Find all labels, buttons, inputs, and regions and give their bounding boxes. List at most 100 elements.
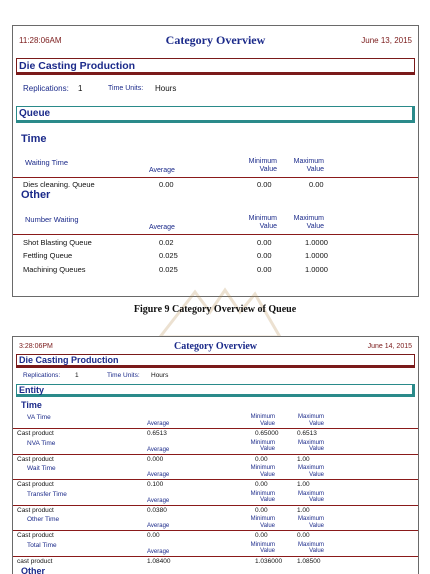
- col-minimum: Minimum Value: [245, 491, 275, 505]
- row-maximum: 1.00: [297, 455, 310, 463]
- row-maximum: 1.0000: [305, 251, 328, 260]
- col-maximum: Maximum Value: [289, 491, 324, 505]
- row-maximum: 1.08500: [297, 557, 321, 565]
- column-header-block: Total Time Average Minimum Value Maximum Valu…: [13, 542, 418, 556]
- report-date: June 14, 2015: [367, 343, 412, 350]
- block-header: VA Time: [27, 414, 51, 421]
- col-average: Average: [147, 497, 170, 504]
- col-maximum-line1: Maximum: [297, 439, 324, 446]
- time-units-label: Time Units:: [108, 85, 144, 92]
- row-minimum: 0.00: [257, 251, 272, 260]
- col-minimum-line1: Minimum: [248, 158, 277, 165]
- group-title-other: Other: [21, 189, 51, 201]
- col-minimum-line2: Value: [259, 166, 277, 174]
- col-average: Average: [149, 224, 175, 231]
- col-minimum-line2: Value: [260, 471, 275, 478]
- col-average: Average: [147, 472, 170, 478]
- column-header-block: Transfer Time Average Minimum Value Maximum V…: [13, 491, 418, 505]
- column-header-block: Wait Time Average Minimum Value Maximum Value: [13, 465, 418, 479]
- col-maximum-line1: Maximum: [293, 215, 324, 222]
- col-minimum-line1: Minimum: [250, 490, 275, 497]
- row-minimum: 0.00: [257, 265, 272, 274]
- col-maximum: Maximum Value: [289, 215, 324, 231]
- row-name: Shot Blasting Queue: [23, 238, 92, 247]
- run-info: Replications: 1 Time Units: Hours: [23, 84, 323, 94]
- col-average: Average: [147, 548, 170, 555]
- row-name: Dies cleaning. Queue: [23, 180, 95, 189]
- row-minimum: 0.00: [255, 506, 268, 514]
- row-name: Machining Queues: [23, 265, 86, 274]
- col-maximum-line1: Maximum: [293, 158, 324, 165]
- replications-label: Replications:: [23, 84, 69, 93]
- col-maximum-line2: Value: [309, 446, 324, 453]
- col-maximum-line1: Maximum: [297, 541, 324, 548]
- time-units-value: Hours: [155, 84, 177, 93]
- table-row: Machining Queues 0.025 0.00 1.0000: [13, 262, 418, 276]
- row-minimum: 0.00: [255, 455, 268, 463]
- col-minimum-line1: Minimum: [250, 516, 275, 522]
- col-maximum: Maximum Value: [289, 516, 324, 530]
- col-maximum-line1: Maximum: [297, 465, 324, 471]
- report-title: Category Overview: [165, 33, 266, 47]
- col-minimum-line1: Minimum: [248, 215, 277, 222]
- row-maximum: 0.6513: [297, 430, 317, 437]
- col-minimum-line2: Value: [260, 446, 275, 453]
- col-minimum-line2: Value: [260, 497, 275, 504]
- row-average: 0.025: [159, 251, 178, 260]
- row-minimum: 0.00: [257, 238, 272, 247]
- row-minimum: 1.036000: [255, 557, 283, 565]
- col-minimum: Minimum Value: [245, 516, 275, 530]
- row-average: 0.000: [147, 455, 164, 463]
- group-title-other: Other: [21, 566, 46, 574]
- row-maximum: 1.0000: [305, 265, 328, 274]
- table-row: Fettling Queue 0.025 0.00 1.0000: [13, 248, 418, 262]
- column-header-block: NVA Time Average Minimum Value Maximum Value: [13, 440, 418, 454]
- number-waiting-header: Number Waiting: [25, 215, 79, 224]
- col-minimum: Minimum Value: [245, 542, 275, 556]
- col-maximum-line2: Value: [309, 548, 324, 555]
- col-maximum-line2: Value: [306, 223, 324, 231]
- col-maximum: Maximum Value: [289, 158, 324, 174]
- row-maximum: 1.0000: [305, 238, 328, 247]
- row-name: Fettling Queue: [23, 251, 73, 260]
- block-header: Wait Time: [27, 465, 56, 472]
- col-maximum-line2: Value: [306, 166, 324, 174]
- group-title-time: Time: [21, 400, 42, 410]
- col-minimum-line2: Value: [260, 548, 275, 555]
- row-maximum: 0.00: [309, 180, 324, 189]
- column-header-block: VA Time Average Minimum Value Maximum Value: [13, 414, 418, 428]
- report-header: 11:28:06AM Category Overview June 13, 20…: [13, 33, 418, 47]
- production-title: Die Casting Production: [19, 355, 119, 365]
- col-maximum-line1: Maximum: [297, 414, 324, 420]
- section-title: Entity: [19, 385, 45, 395]
- run-info: Replications: 1 Time Units: Hours: [23, 372, 323, 381]
- row-average: 0.025: [159, 265, 178, 274]
- col-average: Average: [147, 523, 170, 529]
- col-maximum: Maximum Value: [289, 465, 324, 479]
- production-title-bar: Die Casting Production: [16, 354, 415, 368]
- figure-caption: Figure 9 Category Overview of Queue: [133, 304, 297, 315]
- col-minimum-line2: Value: [260, 522, 275, 529]
- row-average: 0.100: [147, 481, 164, 488]
- table-row: Cast product 0.00 0.00 0.00: [13, 530, 418, 540]
- col-minimum-line2: Value: [260, 420, 275, 427]
- table-row: Cast product 0.100 0.00 1.00: [13, 479, 418, 489]
- column-header-number-waiting: Number Waiting Average Minimum Value Maxi…: [13, 215, 418, 233]
- queue-report-panel: 11:28:06AM Category Overview June 13, 20…: [12, 25, 419, 297]
- time-units-value: Hours: [151, 372, 169, 379]
- row-maximum: 1.00: [297, 481, 310, 488]
- report-header: 3:28:06PM Category Overview June 14, 201…: [13, 341, 418, 353]
- production-title-bar: Die Casting Production: [16, 58, 415, 75]
- block-header: NVA Time: [27, 439, 56, 447]
- col-maximum-line2: Value: [309, 420, 324, 427]
- table-row: Cast product 0.6513 0.65000 0.6513: [13, 428, 418, 438]
- col-minimum-line1: Minimum: [250, 541, 275, 548]
- row-minimum: 0.00: [257, 180, 272, 189]
- block-header: Transfer Time: [27, 490, 67, 498]
- block-header: Total Time: [27, 541, 57, 549]
- row-name: Cast product: [17, 430, 54, 437]
- col-average: Average: [147, 421, 170, 427]
- row-average: 1.08400: [147, 557, 171, 565]
- row-average: 0.00: [159, 180, 174, 189]
- col-maximum: Maximum Value: [289, 414, 324, 428]
